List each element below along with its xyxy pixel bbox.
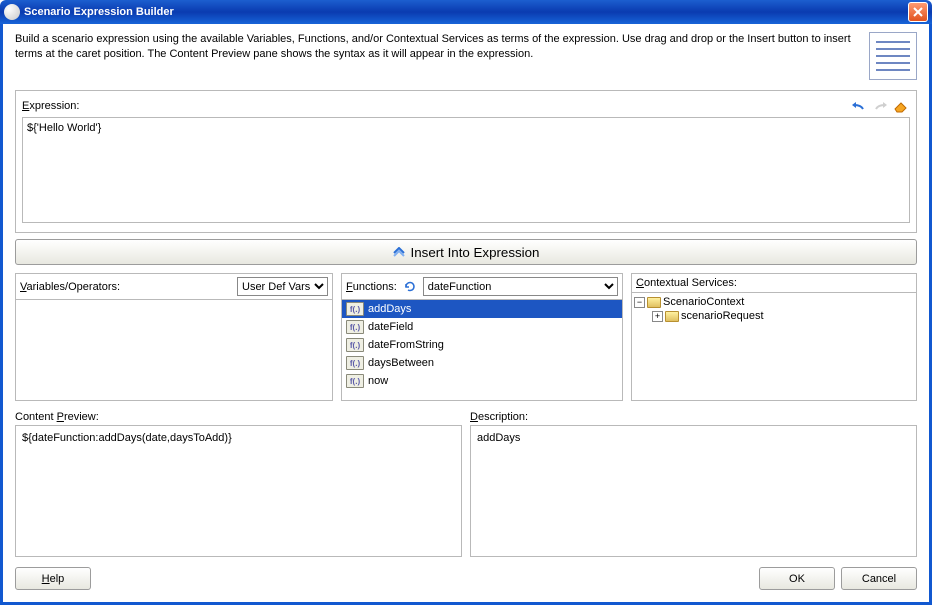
contextual-panel: Contextual Services: − ScenarioContext +… (631, 273, 917, 401)
description-box: addDays (470, 425, 917, 557)
footer: Help OK Cancel (15, 567, 917, 590)
function-item-now[interactable]: f(.) now (342, 372, 622, 390)
insert-into-expression-button[interactable]: Insert Into Expression (15, 239, 917, 265)
function-item-datefromstring[interactable]: f(.) dateFromString (342, 336, 622, 354)
chevron-up-icon (393, 247, 405, 257)
content-preview-panel: Content Preview: ${dateFunction:addDays(… (15, 411, 462, 557)
window-title: Scenario Expression Builder (24, 6, 908, 18)
close-button[interactable] (908, 2, 928, 22)
refresh-functions-button[interactable] (401, 278, 419, 296)
folder-icon (665, 311, 679, 322)
function-item-label: daysBetween (368, 357, 434, 369)
contextual-tree[interactable]: − ScenarioContext + scenarioRequest (632, 292, 916, 400)
collapse-icon[interactable]: − (634, 297, 645, 308)
clear-button[interactable] (892, 97, 910, 115)
function-icon: f(.) (346, 320, 364, 334)
expand-icon[interactable]: + (652, 311, 663, 322)
undo-icon (851, 99, 867, 113)
doc-lines-icon (869, 32, 917, 80)
redo-icon (872, 99, 888, 113)
ok-button[interactable]: OK (759, 567, 835, 590)
variables-label: Variables/Operators: (20, 281, 233, 293)
redo-button (871, 97, 889, 115)
cancel-button[interactable]: Cancel (841, 567, 917, 590)
client-area: Build a scenario expression using the av… (0, 24, 932, 605)
function-icon: f(.) (346, 356, 364, 370)
contextual-label: Contextual Services: (636, 277, 737, 289)
function-icon: f(.) (346, 302, 364, 316)
function-item-adddays[interactable]: f(.) addDays (342, 300, 622, 318)
variables-scope-dropdown[interactable]: User Def Vars (237, 277, 328, 296)
function-icon: f(.) (346, 374, 364, 388)
function-item-label: dateField (368, 321, 413, 333)
function-item-label: dateFromString (368, 339, 444, 351)
insert-label: Insert Into Expression (411, 245, 540, 260)
variables-list[interactable] (16, 299, 332, 400)
help-button[interactable]: Help (15, 567, 91, 590)
content-preview-box: ${dateFunction:addDays(date,daysToAdd)} (15, 425, 462, 557)
expression-input[interactable] (22, 117, 910, 223)
expression-toolbar (850, 97, 910, 115)
tree-label: scenarioRequest (681, 310, 764, 322)
instructions-text: Build a scenario expression using the av… (15, 32, 869, 63)
expression-panel: Expression: (15, 90, 917, 233)
functions-panel: Functions: dateFunction f(.) addDays f(.) d… (341, 273, 623, 401)
content-preview-label: Content Preview: (15, 411, 462, 423)
undo-button[interactable] (850, 97, 868, 115)
description-label: Description: (470, 411, 917, 423)
function-category-dropdown[interactable]: dateFunction (423, 277, 618, 296)
bottom-row: Content Preview: ${dateFunction:addDays(… (15, 411, 917, 557)
function-icon: f(.) (346, 338, 364, 352)
function-item-label: now (368, 375, 388, 387)
eraser-icon (893, 99, 909, 113)
functions-label: Functions: (346, 281, 397, 293)
tree-label: ScenarioContext (663, 296, 744, 308)
close-icon (913, 7, 923, 17)
function-item-datefield[interactable]: f(.) dateField (342, 318, 622, 336)
titlebar[interactable]: Scenario Expression Builder (0, 0, 932, 24)
variables-panel: Variables/Operators: User Def Vars (15, 273, 333, 401)
folder-icon (647, 297, 661, 308)
app-icon (4, 4, 20, 20)
tree-node-scenariocontext[interactable]: − ScenarioContext (634, 295, 914, 309)
expression-label: Expression: (22, 100, 79, 112)
function-item-daysbetween[interactable]: f(.) daysBetween (342, 354, 622, 372)
refresh-icon (403, 280, 417, 294)
tree-node-scenariorequest[interactable]: + scenarioRequest (652, 309, 914, 323)
function-item-label: addDays (368, 303, 411, 315)
header-row: Build a scenario expression using the av… (15, 32, 917, 80)
mid-row: Variables/Operators: User Def Vars Funct… (15, 273, 917, 401)
functions-list[interactable]: f(.) addDays f(.) dateField f(.) dateFromStri… (342, 299, 622, 400)
description-panel: Description: addDays (470, 411, 917, 557)
